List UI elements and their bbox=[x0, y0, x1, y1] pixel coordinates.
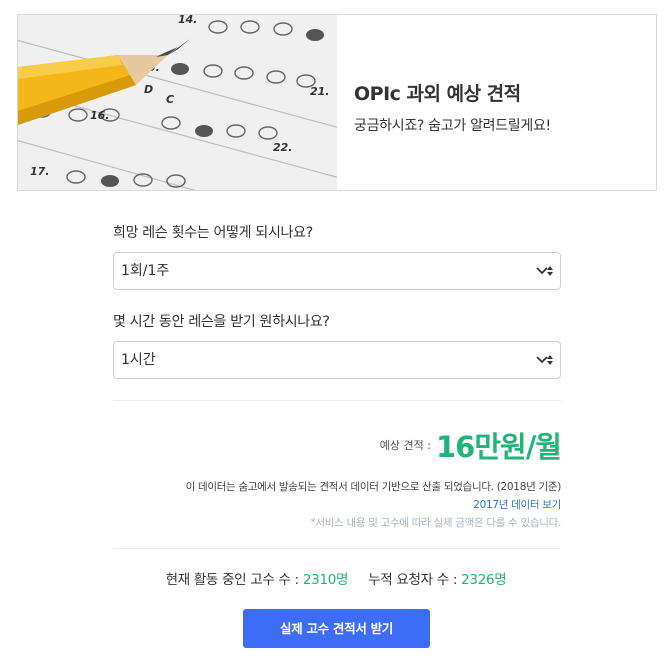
svg-text:22.: 22. bbox=[273, 141, 293, 154]
estimate-label: 예상 견적 : bbox=[379, 439, 431, 452]
estimate-value: 16만원/월 bbox=[436, 430, 562, 464]
estimate-form: 희망 레슨 횟수는 어떻게 되시나요? 1회/1주 몇 시간 동안 레슨을 받기… bbox=[113, 222, 561, 379]
active-experts-label: 현재 활동 중인 고수 수 : bbox=[165, 572, 300, 588]
hero-title: OPIc 과외 예상 견적 bbox=[354, 83, 521, 105]
lesson-duration-value: 1시간 bbox=[121, 352, 156, 368]
price-disclaimer: *서비스 내용 및 고수에 따라 실제 금액은 다를 수 있습니다. bbox=[310, 517, 561, 529]
svg-text:17.: 17. bbox=[30, 165, 50, 178]
divider bbox=[113, 400, 561, 401]
get-real-quote-button[interactable]: 실제 고수 견적서 받기 bbox=[243, 609, 430, 648]
lesson-frequency-select[interactable]: 1회/1주 bbox=[113, 252, 561, 290]
hero-text: OPIc 과외 예상 견적 궁금하시죠? 숨고가 알려드릴게요! bbox=[354, 79, 551, 135]
svg-text:C: C bbox=[166, 93, 174, 106]
chevron-down-icon bbox=[536, 355, 553, 365]
lesson-frequency-value: 1회/1주 bbox=[121, 263, 170, 279]
answer-sheet-image: 14. 5. 21. 16. 22. 17. D C B bbox=[18, 15, 337, 190]
total-requesters-label: 누적 요청자 수 : bbox=[368, 572, 458, 588]
svg-text:16.: 16. bbox=[90, 109, 110, 122]
view-2017-data-link[interactable]: 2017년 데이터 보기 bbox=[186, 496, 561, 514]
stats-row: 현재 활동 중인 고수 수 : 2310명 누적 요청자 수 : 2326명 bbox=[0, 568, 672, 588]
total-requesters-count: 2326명 bbox=[461, 572, 507, 588]
answer-sheet-icon: 14. 5. 21. 16. 22. 17. D C B bbox=[18, 15, 337, 190]
data-source-note: 이 데이터는 숨고에서 발송되는 견적서 데이터 기반으로 산출 되었습니다. … bbox=[185, 481, 562, 493]
hero-subtitle: 궁금하시죠? 숨고가 알려드릴게요! bbox=[354, 118, 551, 134]
lesson-duration-label: 몇 시간 동안 레슨을 받기 원하시나요? bbox=[113, 314, 330, 330]
estimate-notes: 이 데이터는 숨고에서 발송되는 견적서 데이터 기반으로 산출 되었습니다. … bbox=[185, 478, 562, 532]
active-experts-count: 2310명 bbox=[302, 572, 349, 588]
lesson-frequency-label: 희망 레슨 횟수는 어떻게 되시나요? bbox=[113, 225, 313, 241]
estimate-result: 예상 견적 : 16만원/월 bbox=[379, 424, 562, 466]
svg-text:14.: 14. bbox=[178, 15, 198, 26]
divider bbox=[113, 548, 561, 549]
svg-text:21.: 21. bbox=[310, 85, 330, 98]
lesson-duration-select[interactable]: 1시간 bbox=[113, 341, 561, 379]
chevron-down-icon bbox=[536, 266, 553, 276]
svg-text:D: D bbox=[144, 83, 153, 96]
hero-banner: 14. 5. 21. 16. 22. 17. D C B OPIc 과외 예상 bbox=[17, 14, 657, 191]
